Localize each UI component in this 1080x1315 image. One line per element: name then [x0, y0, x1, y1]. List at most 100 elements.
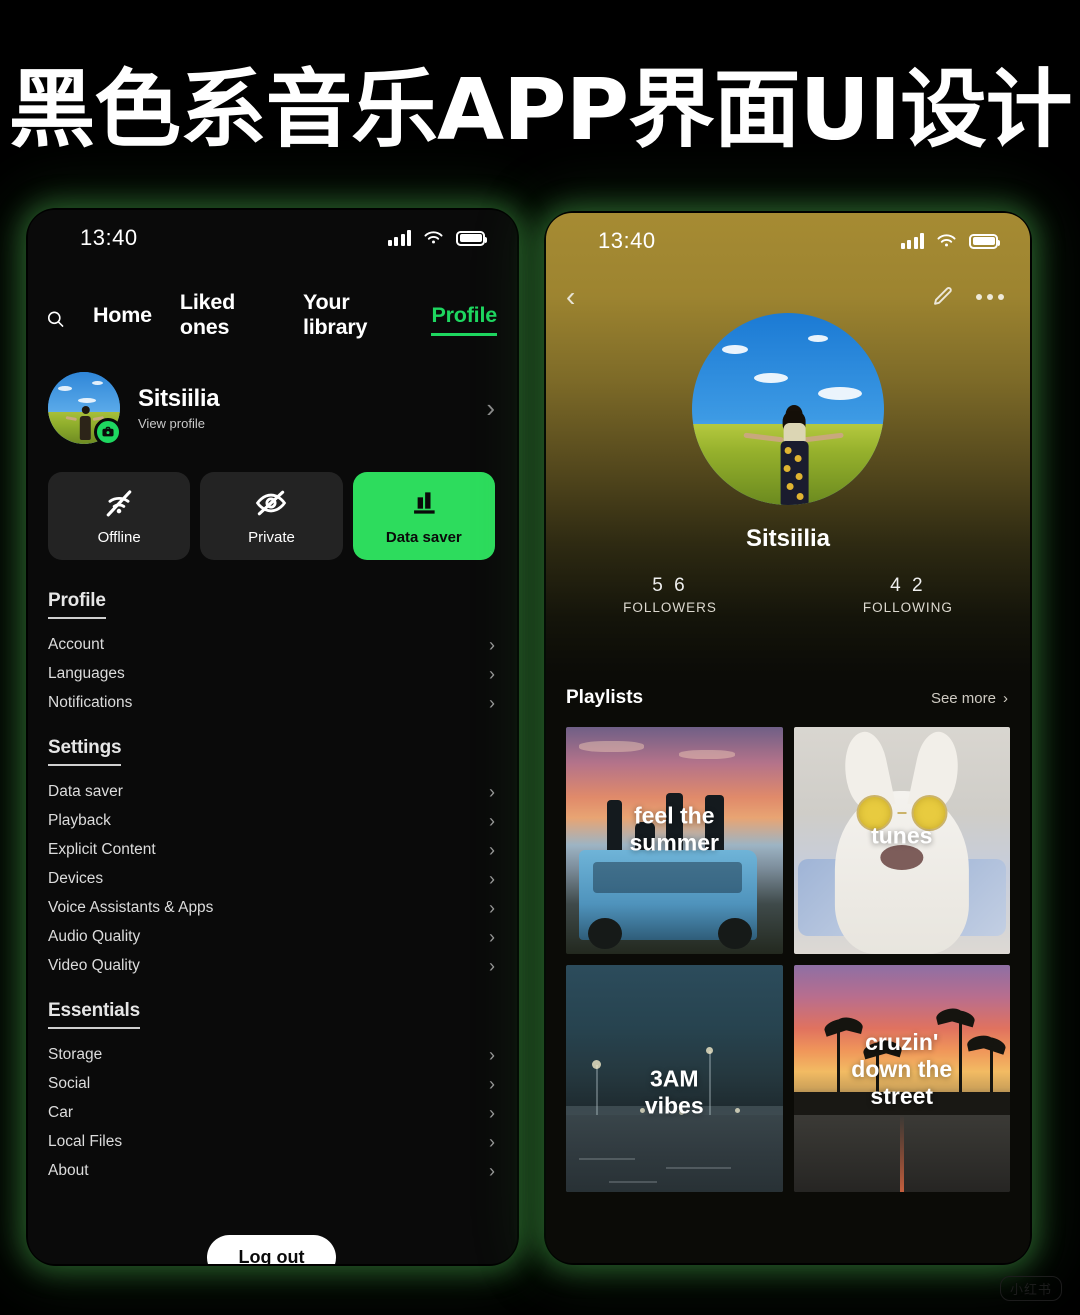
hero-action-bar: ‹ [546, 283, 1030, 311]
following-label: FOLLOWING [862, 600, 953, 615]
profile-summary-row[interactable]: Sitsiilia View profile › [28, 348, 517, 446]
page-title: 黑色系音乐APP界面UI设计 [8, 61, 1073, 160]
profile-stats: 5 6 FOLLOWERS 4 2 FOLLOWING [546, 575, 1030, 615]
avatar-figure [743, 405, 844, 505]
profile-subtitle: View profile [138, 416, 205, 431]
settings-label: Data saver [48, 782, 123, 800]
private-toggle[interactable]: Private [200, 472, 343, 560]
chevron-right-icon: › [489, 692, 495, 713]
battery-icon [456, 230, 487, 246]
settings-row-data-saver[interactable]: Data saver › [48, 777, 495, 806]
signal-icon [387, 230, 411, 246]
settings-row-playback[interactable]: Playback › [48, 806, 495, 835]
chevron-right-icon: › [489, 634, 495, 655]
stat-following[interactable]: 4 2 FOLLOWING [863, 575, 953, 615]
wifi-icon [424, 231, 443, 244]
playlist-title: 3AM vibes [644, 1065, 704, 1119]
profile-username: Sitsiilia [745, 525, 831, 552]
playlist-title: feel the summer [629, 802, 719, 856]
signal-icon [900, 233, 924, 249]
settings-row-storage[interactable]: Storage › [48, 1040, 495, 1069]
camera-icon[interactable] [94, 418, 122, 446]
see-more-button[interactable]: See more › [931, 690, 1008, 707]
right-phone-bottom-space [546, 1192, 1030, 1263]
playlist-card-3am-vibes[interactable]: 3AM vibes [566, 965, 783, 1192]
eye-off-icon [256, 490, 287, 516]
log-out-button[interactable]: Log out [206, 1235, 337, 1264]
page-title-bar: 黑色系音乐APP界面UI设计 [0, 0, 1080, 205]
chevron-right-icon: › [489, 955, 495, 976]
chevron-right-icon: › [489, 781, 495, 802]
hero-right-icons [930, 285, 1004, 309]
followers-label: FOLLOWERS [623, 600, 717, 615]
tab-liked-ones[interactable]: Liked ones [180, 290, 275, 348]
avatar-figure [65, 405, 104, 440]
quick-toggle-row: Offline Private Data saver [28, 444, 517, 560]
playlist-card-cruzin-down-the-street[interactable]: cruzin' down the street [793, 965, 1010, 1192]
logout-wrap: Log out [48, 1235, 495, 1264]
playlists-header: Playlists See more › [546, 673, 1030, 709]
playlist-card-feel-the-summer[interactable]: feel the summer [566, 727, 783, 954]
settings-label: Notifications [48, 693, 133, 711]
chevron-left-icon[interactable]: ‹ [566, 283, 575, 311]
chevron-right-icon[interactable]: › [486, 395, 495, 421]
settings-label: Devices [48, 869, 104, 887]
settings-row-about[interactable]: About › [48, 1156, 495, 1185]
settings-label: Explicit Content [48, 840, 156, 858]
stat-followers[interactable]: 5 6 FOLLOWERS [623, 575, 717, 615]
settings-row-explicit-content[interactable]: Explicit Content › [48, 835, 495, 864]
search-icon[interactable] [46, 308, 65, 330]
settings-label: Social [48, 1074, 91, 1092]
chevron-right-icon: › [489, 1102, 495, 1123]
left-phone-screen: 13:40 Home Liked ones Your library Profi… [28, 210, 517, 1264]
tab-home[interactable]: Home [93, 303, 152, 336]
data-saver-toggle-label: Data saver [385, 529, 462, 546]
chevron-right-icon: › [489, 897, 495, 918]
tab-profile[interactable]: Profile [431, 303, 497, 336]
more-horizontal-icon[interactable] [976, 294, 1004, 300]
settings-label: Storage [48, 1045, 103, 1063]
wifi-off-icon [106, 490, 132, 517]
offline-toggle-label: Offline [97, 529, 141, 546]
section-heading-essentials: Essentials [48, 1000, 140, 1029]
settings-row-languages[interactable]: Languages › [48, 659, 495, 688]
section-heading-profile: Profile [48, 590, 106, 619]
settings-label: Car [48, 1103, 73, 1121]
settings-row-social[interactable]: Social › [48, 1069, 495, 1098]
settings-label: Audio Quality [48, 927, 141, 945]
profile-names: Sitsiilia View profile [138, 385, 468, 431]
settings-label: Playback [48, 811, 111, 829]
offline-toggle[interactable]: Offline [48, 472, 191, 560]
settings-label: Video Quality [48, 956, 140, 974]
chevron-right-icon: › [489, 810, 495, 831]
settings-row-local-files[interactable]: Local Files › [48, 1127, 495, 1156]
tab-your-library[interactable]: Your library [303, 290, 404, 348]
see-more-label: See more [930, 689, 996, 707]
settings-label: About [48, 1161, 89, 1179]
chevron-right-icon: › [489, 1131, 495, 1152]
settings-label: Account [48, 635, 105, 653]
playlists-title: Playlists [566, 687, 644, 708]
profile-avatar-large[interactable] [692, 313, 884, 505]
avatar-wrap [48, 372, 122, 446]
followers-count: 5 6 [652, 575, 688, 596]
settings-row-car[interactable]: Car › [48, 1098, 495, 1127]
chevron-right-icon: › [489, 1073, 495, 1094]
settings-row-account[interactable]: Account › [48, 630, 495, 659]
following-count: 4 2 [890, 575, 926, 596]
status-time: 13:40 [598, 228, 656, 253]
settings-row-notifications[interactable]: Notifications › [48, 688, 495, 717]
chevron-right-icon: › [489, 839, 495, 860]
pencil-icon[interactable] [930, 285, 954, 309]
section-heading-settings: Settings [48, 737, 122, 766]
playlists-grid: feel the summer tunes 3AM vibes cruzin' … [546, 709, 1030, 1192]
playlist-card-tunes[interactable]: tunes [793, 727, 1010, 954]
settings-row-voice-assistants[interactable]: Voice Assistants & Apps › [48, 893, 495, 922]
settings-row-devices[interactable]: Devices › [48, 864, 495, 893]
settings-row-audio-quality[interactable]: Audio Quality › [48, 922, 495, 951]
settings-row-video-quality[interactable]: Video Quality › [48, 951, 495, 980]
data-saver-toggle[interactable]: Data saver [352, 472, 495, 560]
status-time: 13:40 [80, 225, 138, 250]
status-icons [900, 233, 1000, 249]
battery-icon [969, 233, 1000, 249]
